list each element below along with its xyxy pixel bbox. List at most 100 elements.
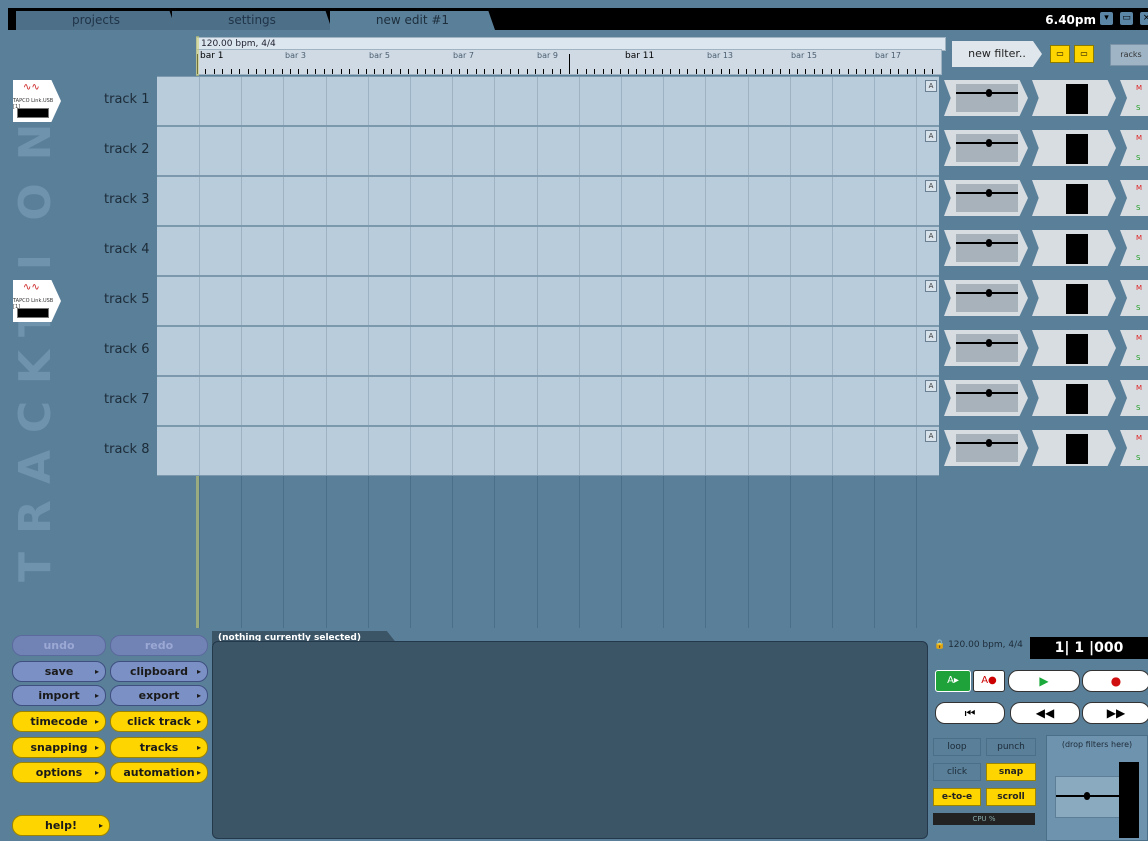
- tracks-button[interactable]: tracks ▸: [110, 737, 208, 758]
- track-row[interactable]: ∿∿ TAPCO Link.USB [1] track 5 A: [0, 276, 940, 326]
- tab-projects[interactable]: projects: [16, 11, 176, 30]
- solo-button[interactable]: S: [1136, 104, 1140, 112]
- volume-fader[interactable]: [944, 280, 1028, 316]
- view-toggle-2[interactable]: ▭: [1074, 45, 1094, 63]
- track-name[interactable]: track 2: [104, 142, 150, 157]
- track-row[interactable]: track 2 A: [0, 126, 940, 176]
- tab-settings[interactable]: settings: [172, 11, 332, 30]
- save-button[interactable]: save ▸: [12, 661, 106, 682]
- track-lane[interactable]: A: [157, 376, 939, 426]
- automation-toggle[interactable]: A: [925, 280, 937, 292]
- clipboard-button[interactable]: clipboard ▸: [110, 661, 208, 682]
- volume-fader[interactable]: [944, 130, 1028, 166]
- close-icon[interactable]: ×: [1140, 12, 1148, 25]
- automation-toggle[interactable]: A: [925, 430, 937, 442]
- track-name[interactable]: track 3: [104, 192, 150, 207]
- auto-play-icon[interactable]: A▸: [935, 670, 971, 692]
- volume-fader[interactable]: [944, 430, 1028, 466]
- loop-toggle[interactable]: loop: [933, 738, 981, 756]
- track-lane[interactable]: A: [157, 126, 939, 176]
- play-button[interactable]: ▶: [1008, 670, 1080, 692]
- view-toggle-1[interactable]: ▭: [1050, 45, 1070, 63]
- mute-button[interactable]: M: [1136, 284, 1142, 292]
- solo-button[interactable]: S: [1136, 404, 1140, 412]
- solo-button[interactable]: S: [1136, 304, 1140, 312]
- input-device[interactable]: ∿∿ TAPCO Link.USB [1]: [13, 280, 61, 324]
- track-row[interactable]: track 7 A: [0, 376, 940, 426]
- mute-button[interactable]: M: [1136, 84, 1142, 92]
- track-lane[interactable]: A: [157, 326, 939, 376]
- redo-button[interactable]: redo: [110, 635, 208, 656]
- fader-knob[interactable]: [986, 289, 992, 297]
- rewind-button[interactable]: ◀◀: [1010, 702, 1080, 724]
- volume-fader[interactable]: [944, 80, 1028, 116]
- track-lane[interactable]: A: [157, 276, 939, 326]
- click-toggle[interactable]: click: [933, 763, 981, 781]
- master-fader[interactable]: [1055, 776, 1121, 818]
- mute-button[interactable]: M: [1136, 384, 1142, 392]
- automation-toggle[interactable]: A: [925, 80, 937, 92]
- solo-button[interactable]: S: [1136, 254, 1140, 262]
- volume-fader[interactable]: [944, 330, 1028, 366]
- automation-toggle[interactable]: A: [925, 130, 937, 142]
- track-name[interactable]: track 8: [104, 442, 150, 457]
- solo-button[interactable]: S: [1136, 204, 1140, 212]
- track-row[interactable]: ∿∿ TAPCO Link.USB [1] track 1 A: [0, 76, 940, 126]
- click-track-button[interactable]: click track ▸: [110, 711, 208, 732]
- automation-toggle[interactable]: A: [925, 330, 937, 342]
- automation-toggle[interactable]: A: [925, 180, 937, 192]
- position-display[interactable]: 1| 1 |000: [1030, 637, 1148, 659]
- fader-knob[interactable]: [986, 439, 992, 447]
- new-filter-button[interactable]: new filter..: [952, 41, 1042, 67]
- e-to-e-toggle[interactable]: e-to-e: [933, 788, 981, 806]
- punch-toggle[interactable]: punch: [986, 738, 1036, 756]
- track-row[interactable]: track 8 A: [0, 426, 940, 476]
- track-lane[interactable]: A: [157, 76, 939, 126]
- fader-knob[interactable]: [986, 189, 992, 197]
- fast-forward-button[interactable]: ▶▶: [1082, 702, 1148, 724]
- scroll-toggle[interactable]: scroll: [986, 788, 1036, 806]
- maximize-icon[interactable]: ▭: [1120, 12, 1133, 25]
- go-to-start-button[interactable]: ⏮: [935, 702, 1005, 724]
- mute-button[interactable]: M: [1136, 334, 1142, 342]
- automation-button[interactable]: automation ▸: [110, 762, 208, 783]
- auto-record-icon[interactable]: A●: [973, 670, 1005, 692]
- fader-knob[interactable]: [986, 239, 992, 247]
- timecode-button[interactable]: timecode ▸: [12, 711, 106, 732]
- record-button[interactable]: ●: [1082, 670, 1148, 692]
- track-row[interactable]: track 6 A: [0, 326, 940, 376]
- track-name[interactable]: track 4: [104, 242, 150, 257]
- mute-button[interactable]: M: [1136, 184, 1142, 192]
- drop-filters-area[interactable]: (drop filters here): [1046, 735, 1148, 841]
- mute-button[interactable]: M: [1136, 134, 1142, 142]
- automation-toggle[interactable]: A: [925, 230, 937, 242]
- snap-toggle[interactable]: snap: [986, 763, 1036, 781]
- undo-button[interactable]: undo: [12, 635, 106, 656]
- import-button[interactable]: import ▸: [12, 685, 106, 706]
- track-lane[interactable]: A: [157, 226, 939, 276]
- minimize-icon[interactable]: ▾: [1100, 12, 1113, 25]
- input-device[interactable]: ∿∿ TAPCO Link.USB [1]: [13, 80, 61, 124]
- transport-tempo[interactable]: 🔒 120.00 bpm, 4/4: [934, 640, 1023, 650]
- racks-button[interactable]: racks: [1110, 44, 1148, 66]
- master-fader-knob[interactable]: [1084, 792, 1090, 800]
- options-button[interactable]: options ▸: [12, 762, 106, 783]
- timeline-ruler[interactable]: bar 1 bar 3 bar 5 bar 7 bar 9 bar 11 bar…: [196, 49, 942, 75]
- track-lane[interactable]: A: [157, 176, 939, 226]
- fader-knob[interactable]: [986, 139, 992, 147]
- solo-button[interactable]: S: [1136, 454, 1140, 462]
- fader-knob[interactable]: [986, 339, 992, 347]
- track-row[interactable]: track 3 A: [0, 176, 940, 226]
- track-name[interactable]: track 7: [104, 392, 150, 407]
- fader-knob[interactable]: [986, 389, 992, 397]
- solo-button[interactable]: S: [1136, 354, 1140, 362]
- solo-button[interactable]: S: [1136, 154, 1140, 162]
- track-lane[interactable]: A: [157, 426, 939, 476]
- mute-button[interactable]: M: [1136, 234, 1142, 242]
- export-button[interactable]: export ▸: [110, 685, 208, 706]
- track-row[interactable]: track 4 A: [0, 226, 940, 276]
- track-name[interactable]: track 5: [104, 292, 150, 307]
- volume-fader[interactable]: [944, 180, 1028, 216]
- tab-new-edit[interactable]: new edit #1: [330, 11, 495, 30]
- fader-knob[interactable]: [986, 89, 992, 97]
